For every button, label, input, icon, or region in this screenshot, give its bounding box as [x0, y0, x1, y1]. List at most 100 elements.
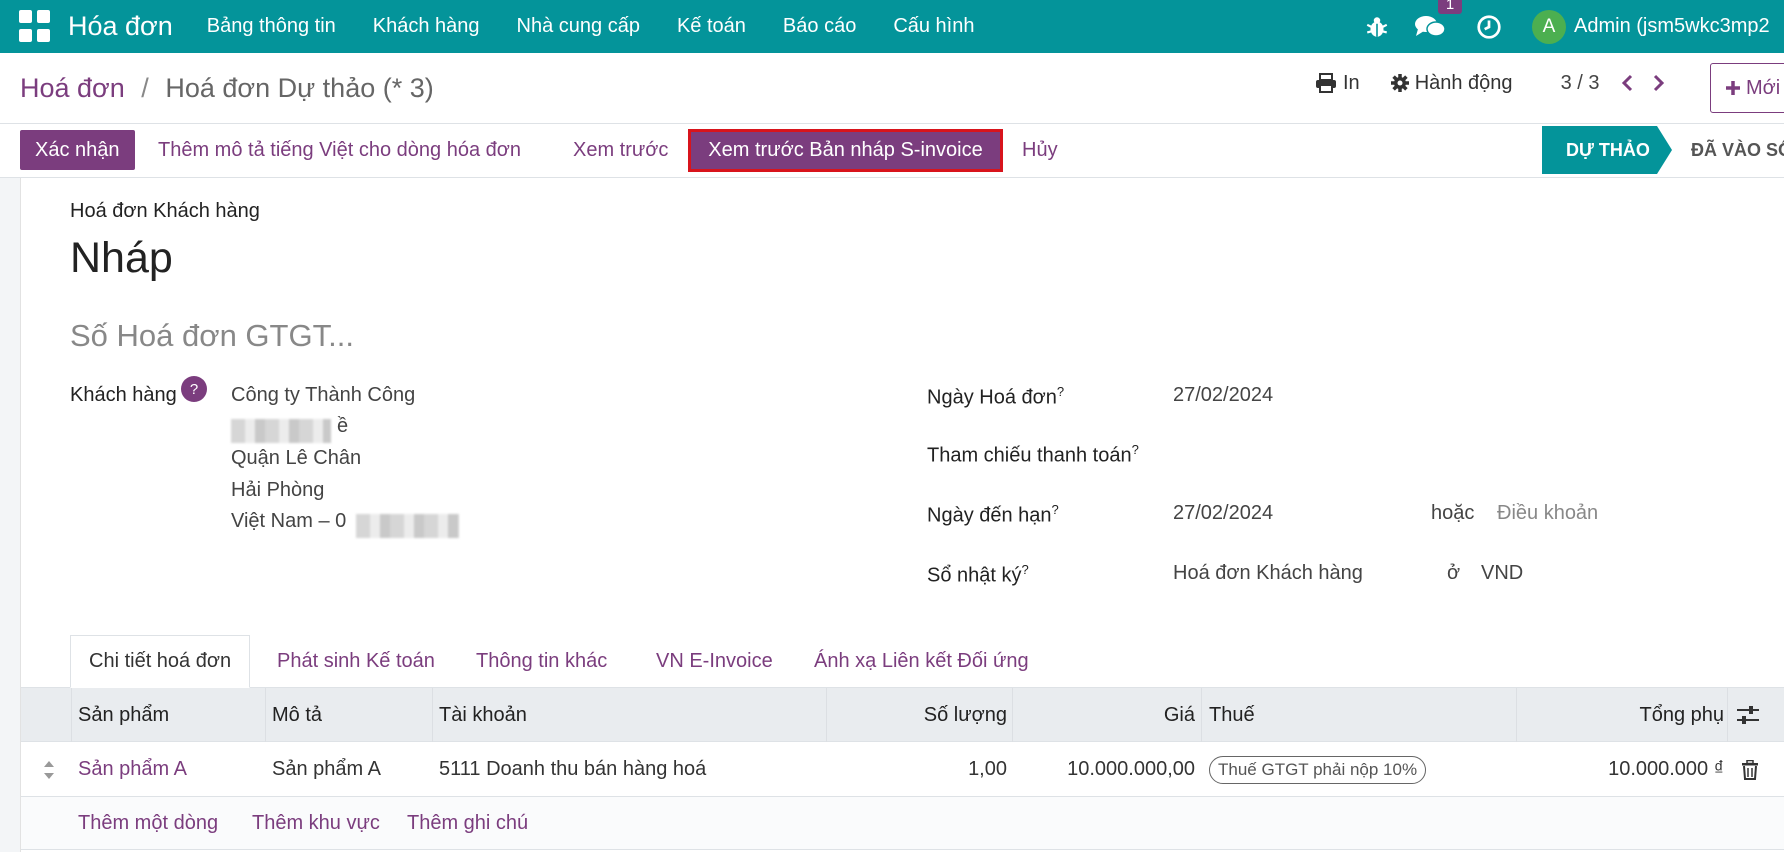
line-description[interactable]: Sản phẩm A	[272, 742, 381, 797]
currency-field[interactable]: VND	[1481, 562, 1523, 585]
journal-label: Sổ nhật ký?	[927, 562, 1029, 587]
column-price[interactable]: Giá	[1164, 688, 1195, 742]
menu-reporting[interactable]: Báo cáo	[783, 15, 856, 38]
trash-icon	[1742, 759, 1758, 780]
breadcrumb: Hoá đơn / Hoá đơn Dự thảo (* 3)	[20, 73, 434, 104]
breadcrumb-invoices-link[interactable]: Hoá đơn	[20, 73, 125, 103]
chevron-right-icon	[1654, 74, 1665, 92]
address-country: Việt Nam – 0	[231, 510, 347, 532]
add-note-link[interactable]: Thêm ghi chú	[407, 797, 528, 850]
blurred-vat-number	[356, 514, 459, 538]
user-avatar[interactable]: A	[1532, 9, 1566, 44]
delete-line-button[interactable]	[1741, 742, 1759, 797]
line-subtotal: 10.000.000 ₫	[1608, 758, 1724, 780]
menu-customers[interactable]: Khách hàng	[373, 15, 480, 38]
column-account[interactable]: Tài khoản	[439, 688, 527, 742]
menu-accounting[interactable]: Kế toán	[677, 15, 746, 38]
sliders-icon	[1737, 706, 1759, 724]
tab-vn-einvoice[interactable]: VN E-Invoice	[656, 635, 773, 688]
address-line2-tail: ề	[337, 415, 349, 437]
add-line-link[interactable]: Thêm một dòng	[78, 797, 218, 850]
chat-icon	[1415, 15, 1446, 37]
line-quantity[interactable]: 1,00	[968, 742, 1007, 797]
add-line-row: Thêm một dòng Thêm khu vực Thêm ghi chú	[21, 797, 1784, 850]
address-city: Hải Phòng	[231, 479, 325, 501]
user-menu[interactable]: Admin (jsm5wkc3mp2	[1574, 15, 1784, 38]
column-subtotal[interactable]: Tổng phụ	[1639, 688, 1724, 742]
line-account[interactable]: 5111 Doanh thu bán hàng hoá	[439, 742, 706, 797]
form-sheet: Hoá đơn Khách hàng Nháp Số Hoá đơn GTGT.…	[20, 178, 1784, 852]
journal-field[interactable]: Hoá đơn Khách hàng	[1173, 562, 1363, 585]
address-district: Quận Lê Chân	[231, 447, 362, 469]
bug-icon[interactable]	[1364, 14, 1390, 40]
line-tax-cell[interactable]: Thuế GTGT phải nộp 10%	[1209, 742, 1427, 797]
printer-icon	[1316, 73, 1336, 93]
drag-handle-icon	[44, 760, 54, 779]
action-label: Hành động	[1414, 71, 1513, 94]
help-icon[interactable]: ?	[181, 376, 207, 402]
move-type-label: Hoá đơn Khách hàng	[70, 200, 260, 222]
document-title: Nháp	[70, 234, 173, 282]
plus-icon	[1726, 81, 1740, 95]
control-actions: In Hành động 3 / 3	[1315, 71, 1679, 95]
vat-invoice-number-input[interactable]: Số Hoá đơn GTGT...	[70, 318, 354, 354]
print-label: In	[1343, 71, 1360, 94]
new-label: Mới	[1746, 76, 1781, 99]
tab-journal-items[interactable]: Phát sinh Kế toán	[277, 635, 435, 688]
tab-invoice-lines[interactable]: Chi tiết hoá đơn	[70, 635, 251, 688]
preview-button[interactable]: Xem trước	[573, 130, 668, 170]
activity-clock-icon[interactable]	[1476, 14, 1502, 40]
pager-value[interactable]: 3 / 3	[1561, 72, 1600, 95]
menu-configuration[interactable]: Cấu hình	[893, 15, 974, 38]
confirm-button[interactable]: Xác nhận	[20, 130, 135, 170]
due-date-field[interactable]: 27/02/2024	[1173, 502, 1273, 525]
control-panel: Hoá đơn / Hoá đơn Dự thảo (* 3) In Hành …	[0, 53, 1784, 124]
tax-tag: Thuế GTGT phải nộp 10%	[1209, 755, 1427, 784]
optional-columns-toggle[interactable]	[1736, 688, 1760, 742]
message-count-badge: 1	[1438, 0, 1462, 14]
add-vietnamese-description-button[interactable]: Thêm mô tả tiếng Việt cho dòng hóa đơn	[158, 130, 521, 170]
column-tax[interactable]: Thuế	[1209, 688, 1255, 742]
preview-sinvoice-draft-button[interactable]: Xem trước Bản nháp S-invoice	[688, 129, 1003, 172]
cancel-button[interactable]: Hủy	[1022, 130, 1058, 170]
invoice-date-field[interactable]: 27/02/2024	[1173, 384, 1273, 407]
payment-reference-field[interactable]	[1173, 442, 1673, 466]
column-quantity[interactable]: Số lượng	[924, 688, 1007, 742]
action-menu-button[interactable]: Hành động	[1390, 72, 1513, 95]
pager-next-button[interactable]	[1647, 71, 1671, 95]
column-product[interactable]: Sản phẩm	[78, 688, 169, 742]
apps-menu-icon[interactable]	[19, 10, 52, 43]
app-name[interactable]: Hóa đơn	[68, 11, 173, 42]
messages-button[interactable]: 1	[1414, 0, 1462, 41]
tab-other-info[interactable]: Thông tin khác	[476, 635, 607, 688]
menu-vendors[interactable]: Nhà cung cấp	[517, 15, 640, 38]
payment-terms-field[interactable]: Điều khoản	[1497, 502, 1598, 525]
drag-handle[interactable]	[43, 742, 55, 797]
chevron-left-icon	[1622, 74, 1633, 92]
customer-name[interactable]: Công ty Thành Công	[231, 384, 415, 407]
print-button[interactable]: In	[1315, 72, 1360, 95]
notebook-tabs: Chi tiết hoá đơn Phát sinh Kế toán Thông…	[21, 635, 1784, 688]
column-description[interactable]: Mô tả	[272, 688, 322, 742]
status-draft: DỰ THẢO	[1542, 126, 1672, 174]
invoice-lines-header: Sản phẩm Mô tả Tài khoản Số lượng Giá Th…	[21, 688, 1784, 742]
breadcrumb-current: Hoá đơn Dự thảo (* 3)	[165, 73, 434, 103]
breadcrumb-separator: /	[141, 73, 149, 103]
in-label: ở	[1447, 562, 1461, 584]
payment-reference-label: Tham chiếu thanh toán?	[927, 442, 1139, 467]
menu-dashboard[interactable]: Bảng thông tin	[207, 15, 336, 38]
table-row[interactable]: Sản phẩm A Sản phẩm A 5111 Doanh thu bán…	[21, 742, 1784, 797]
status-posted[interactable]: ĐÃ VÀO SỔ	[1691, 126, 1784, 174]
add-section-link[interactable]: Thêm khu vực	[252, 797, 380, 850]
line-price[interactable]: 10.000.000,00	[1067, 742, 1195, 797]
navbar-systray: 1 A Admin (jsm5wkc3mp2	[1364, 0, 1784, 53]
blurred-address-line	[231, 419, 331, 443]
customer-label: Khách hàng	[70, 384, 177, 406]
gear-icon	[1390, 74, 1409, 92]
pager-previous-button[interactable]	[1615, 71, 1639, 95]
new-button[interactable]: Mới	[1710, 63, 1784, 113]
line-product[interactable]: Sản phẩm A	[78, 742, 187, 797]
tab-counterpart-mapping[interactable]: Ánh xạ Liên kết Đối ứng	[814, 635, 1029, 688]
due-date-label: Ngày đến hạn?	[927, 502, 1059, 527]
or-label: hoặc	[1431, 502, 1475, 524]
